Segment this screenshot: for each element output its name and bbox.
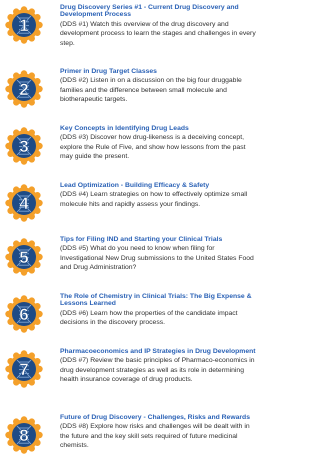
badge-number-text: 3: [19, 137, 28, 156]
numbered-dna-badge-icon[interactable]: 22: [5, 70, 43, 108]
series-description: (DDS #1) Watch this overview of the drug…: [60, 20, 256, 47]
series-title-link[interactable]: Key Concepts in Identifying Drug Leads: [60, 125, 256, 132]
numbered-dna-badge-icon[interactable]: 44: [5, 184, 43, 222]
badge-number-text: 6: [19, 305, 28, 324]
series-title-link[interactable]: Pharmacoeconomics and IP Strategies in D…: [60, 348, 256, 355]
series-title-link[interactable]: Tips for Filing IND and Starting your Cl…: [60, 236, 256, 243]
badge-graphic: 5: [5, 238, 43, 276]
badge-number-text: 1: [19, 16, 28, 35]
badge-graphic: 7: [5, 350, 43, 388]
series-description: (DDS #3) Discover how drug-likeness is a…: [60, 134, 246, 161]
series-description: (DDS #8) Explore how risks and challenge…: [60, 423, 250, 450]
badge-graphic: 3: [5, 127, 43, 165]
badge-graphic: 1: [5, 6, 43, 44]
numbered-dna-badge-icon[interactable]: 88: [5, 416, 43, 454]
badge-graphic: 8: [5, 416, 43, 454]
series-title-link[interactable]: Drug Discovery Series #1 - Current Drug …: [60, 4, 256, 19]
numbered-dna-badge-icon[interactable]: 33: [5, 127, 43, 165]
badge-number-text: 8: [19, 426, 28, 445]
series-title-link[interactable]: Future of Drug Discovery - Challenges, R…: [60, 414, 256, 421]
series-description: (DDS #5) What do you need to know when f…: [60, 245, 254, 272]
badge-number-text: 4: [19, 194, 29, 213]
numbered-dna-badge-icon[interactable]: 77: [5, 350, 43, 388]
badge-number-text: 2: [19, 80, 28, 99]
badge-graphic: 4: [5, 184, 43, 222]
badge-graphic: 6: [5, 295, 43, 333]
series-description: (DDS #7) Review the basic principles of …: [60, 357, 255, 384]
numbered-dna-badge-icon[interactable]: 55: [5, 238, 43, 276]
badge-number-text: 7: [19, 360, 28, 379]
series-description: (DDS #2) Listen in on a discussion on th…: [60, 77, 242, 104]
badge-number-text: 5: [19, 248, 28, 267]
badge-graphic: 2: [5, 70, 43, 108]
series-title-link[interactable]: Lead Optimization - Building Efficacy & …: [60, 182, 256, 189]
series-title-link[interactable]: Primer in Drug Target Classes: [60, 68, 256, 75]
numbered-dna-badge-icon[interactable]: 66: [5, 295, 43, 333]
series-description: (DDS #4) Learn strategies on how to effe…: [60, 191, 248, 208]
series-description: (DDS #6) Learn how the properties of the…: [60, 309, 238, 327]
series-title-link[interactable]: The Role of Chemistry in Clinical Trials…: [60, 293, 256, 308]
drug-discovery-series-list: 11 Drug Discovery Series #1 - Current Dr…: [0, 0, 260, 464]
numbered-dna-badge-icon[interactable]: 11: [5, 6, 43, 44]
